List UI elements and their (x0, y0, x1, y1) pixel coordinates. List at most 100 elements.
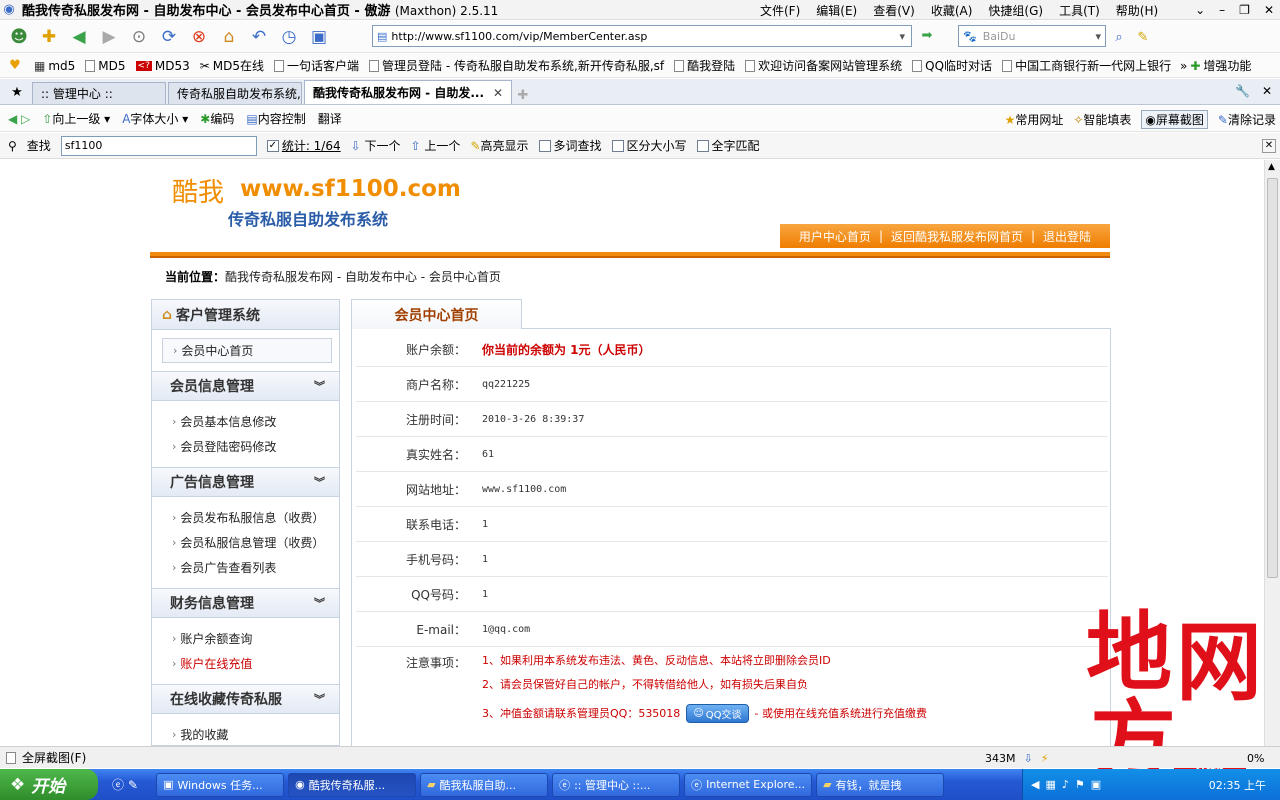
find-prev-button[interactable]: ⇧ 上一个 (411, 137, 461, 154)
favorite-item[interactable]: ▦ md5 (34, 59, 75, 73)
zoom-level[interactable]: 0% (1247, 752, 1264, 765)
tray-icon[interactable]: ▣ (1091, 778, 1101, 791)
ie-quicklaunch-icon[interactable]: ⓔ (112, 776, 124, 793)
menu-groups[interactable]: 快捷组(G) (988, 2, 1043, 19)
nav-back-home[interactable]: 返回酷我私服发布网首页 (891, 228, 1023, 245)
wrench-icon[interactable]: 🔧 (1235, 84, 1250, 98)
task-item[interactable]: ⓔ:: 管理中心 ::... (552, 772, 681, 797)
menu-tools[interactable]: 工具(T) (1059, 2, 1100, 19)
task-item[interactable]: ▰ 有钱，就是拽 (816, 772, 945, 797)
sidebar-section-favorites[interactable]: 在线收藏传奇私服 ︾ (152, 684, 339, 714)
site-logo-url[interactable]: www.sf1100.com (240, 176, 461, 202)
clock-icon[interactable]: ◷ (276, 24, 302, 50)
sidebar-item-manage[interactable]: 会员私服信息管理（收费） (172, 530, 339, 555)
stop-button[interactable]: ⊗ (186, 24, 212, 50)
sidebar-item-balance[interactable]: 账户余额查询 (172, 626, 339, 651)
menu-help[interactable]: 帮助(H) (1116, 2, 1158, 19)
favorite-item[interactable]: 管理员登陆 - 传奇私服自助发布系统,新开传奇私服,sf (369, 57, 664, 74)
address-input[interactable]: http://www.sf1100.com/vip/MemberCenter.a… (391, 30, 647, 43)
sidebar-item-my-favorites[interactable]: 我的收藏 (172, 722, 339, 745)
translate-button[interactable]: 翻译 (318, 110, 342, 127)
address-dropdown-icon[interactable]: ▾ (899, 30, 905, 43)
scroll-up-icon[interactable]: ▲ (1268, 162, 1275, 172)
site-logo-cn[interactable]: 酷我 (172, 172, 224, 209)
qq-chat-button[interactable]: ☺ QQ交谈 (686, 703, 749, 723)
sidebar-section-finance[interactable]: 财务信息管理 ︾ (152, 588, 339, 618)
menu-edit[interactable]: 编辑(E) (816, 2, 857, 19)
sidebar-item-publish[interactable]: 会员发布私服信息（收费） (172, 505, 339, 530)
collapse-icon[interactable]: ︾ (314, 474, 325, 490)
highlight-pen-icon[interactable]: ✎ (1134, 28, 1152, 46)
forward-button[interactable]: ▶ (96, 24, 122, 50)
match-case-checkbox[interactable] (611, 139, 624, 152)
sidebar-section-ads[interactable]: 广告信息管理 ︾ (152, 467, 339, 497)
address-bar[interactable]: ▤ http://www.sf1100.com/vip/MemberCenter… (372, 25, 912, 47)
favorites-more-button[interactable]: » ✚ 增强功能 (1180, 57, 1251, 74)
screen-icon[interactable]: ▣ (306, 24, 332, 50)
memory-usage[interactable]: 343M (985, 752, 1016, 765)
whole-word-checkbox[interactable] (696, 139, 709, 152)
task-item[interactable]: ⓔ Internet Explore... (684, 772, 813, 797)
collapse-icon[interactable]: ︾ (314, 378, 325, 394)
close-icon[interactable]: ✕ (1262, 84, 1272, 98)
tab-sf-system[interactable]: 传奇私服自助发布系统,新开传奇... (168, 82, 302, 104)
screenshot-button[interactable]: ◉屏幕截图 (1141, 109, 1208, 129)
nav-arrows-icon[interactable]: ◀ ▷ (8, 112, 30, 126)
restore-button[interactable]: ❐ (1239, 3, 1250, 17)
sidebar-item-recharge[interactable]: 账户在线充值 (172, 651, 339, 676)
close-find-icon[interactable]: ✕ (1262, 138, 1276, 153)
heart-icon[interactable]: ♥ (6, 57, 24, 75)
task-item[interactable]: ▰ 酷我私服自助... (420, 772, 549, 797)
start-button[interactable]: ❖ 开始 (0, 769, 98, 800)
tray-icon[interactable]: ♪ (1062, 778, 1069, 791)
match-case-option[interactable]: 区分大小写 (611, 137, 687, 154)
sidebar-item-basic-info[interactable]: 会员基本信息修改 (172, 409, 339, 434)
favorite-item[interactable]: ✂ MD5在线 (200, 57, 264, 74)
task-item[interactable]: ◉ 酷我传奇私服... (288, 772, 417, 797)
sidebar-item-password[interactable]: 会员登陆密码修改 (172, 434, 339, 459)
new-tab-icon[interactable]: ✚ (36, 24, 62, 50)
close-tab-icon[interactable]: ✕ (493, 86, 503, 100)
favorite-item[interactable]: <? MD53 (135, 59, 190, 73)
new-tab-icon[interactable]: ✚ (514, 86, 532, 104)
vertical-scrollbar[interactable]: ▲ (1264, 160, 1280, 746)
menu-file[interactable]: 文件(F) (760, 2, 800, 19)
find-count-checkbox[interactable]: ✓ (266, 139, 279, 152)
menu-view[interactable]: 查看(V) (873, 2, 915, 19)
tray-icon[interactable]: ▦ (1045, 778, 1055, 791)
encoding-button[interactable]: ✱编码 (200, 110, 234, 127)
up-level-button[interactable]: ⇧向上一级 ▾ (42, 110, 110, 127)
task-item[interactable]: ▣ Windows 任务... (156, 772, 285, 797)
favorite-item[interactable]: 中国工商银行新一代网上银行 (1002, 57, 1171, 74)
close-button[interactable]: ✕ (1264, 3, 1274, 17)
undo-close-button[interactable]: ↶ (246, 24, 272, 50)
tray-icon[interactable]: ◀ (1031, 778, 1039, 791)
multi-word-checkbox[interactable] (538, 139, 551, 152)
download-icon[interactable]: ⇩ (1024, 752, 1033, 765)
back-button[interactable]: ◀ (66, 24, 92, 50)
find-next-button[interactable]: ⇩ 下一个 (351, 137, 401, 154)
favorite-item[interactable]: 欢迎访问备案网站管理系统 (745, 57, 902, 74)
clear-records-button[interactable]: ✎清除记录 (1218, 111, 1276, 128)
whole-word-option[interactable]: 全字匹配 (696, 137, 760, 154)
clock[interactable]: 02:35 上午 (1209, 777, 1266, 793)
common-sites-button[interactable]: ★常用网址 (1005, 111, 1064, 128)
multi-word-option[interactable]: 多词查找 (538, 137, 602, 154)
collapse-icon[interactable]: ︾ (314, 595, 325, 611)
favorite-item[interactable]: 酷我登陆 (674, 57, 735, 74)
find-count[interactable]: ✓ 统计: 1/64 (266, 137, 341, 154)
content-control-button[interactable]: ▤内容控制 (246, 110, 305, 127)
sidebar-item-ad-list[interactable]: 会员广告查看列表 (172, 555, 339, 580)
flash-icon[interactable]: ⚡ (1041, 752, 1049, 765)
panel-tab[interactable]: 会员中心首页 (351, 299, 522, 329)
tab-admin-center[interactable]: :: 管理中心 :: (32, 82, 166, 104)
favorite-item[interactable]: 一句话客户端 (274, 57, 359, 74)
baidu-icon[interactable]: 🐾 (963, 30, 977, 43)
favorite-item[interactable]: QQ临时对话 (912, 57, 992, 74)
quicklaunch-icon[interactable]: ✎ (128, 778, 138, 792)
scroll-thumb[interactable] (1267, 178, 1278, 578)
search-box[interactable]: 🐾 BaiDu ▾ (958, 25, 1106, 47)
font-size-button[interactable]: A字体大小 ▾ (122, 110, 188, 127)
go-button[interactable]: ➡ (918, 26, 936, 44)
star-icon[interactable]: ★ (8, 83, 26, 101)
